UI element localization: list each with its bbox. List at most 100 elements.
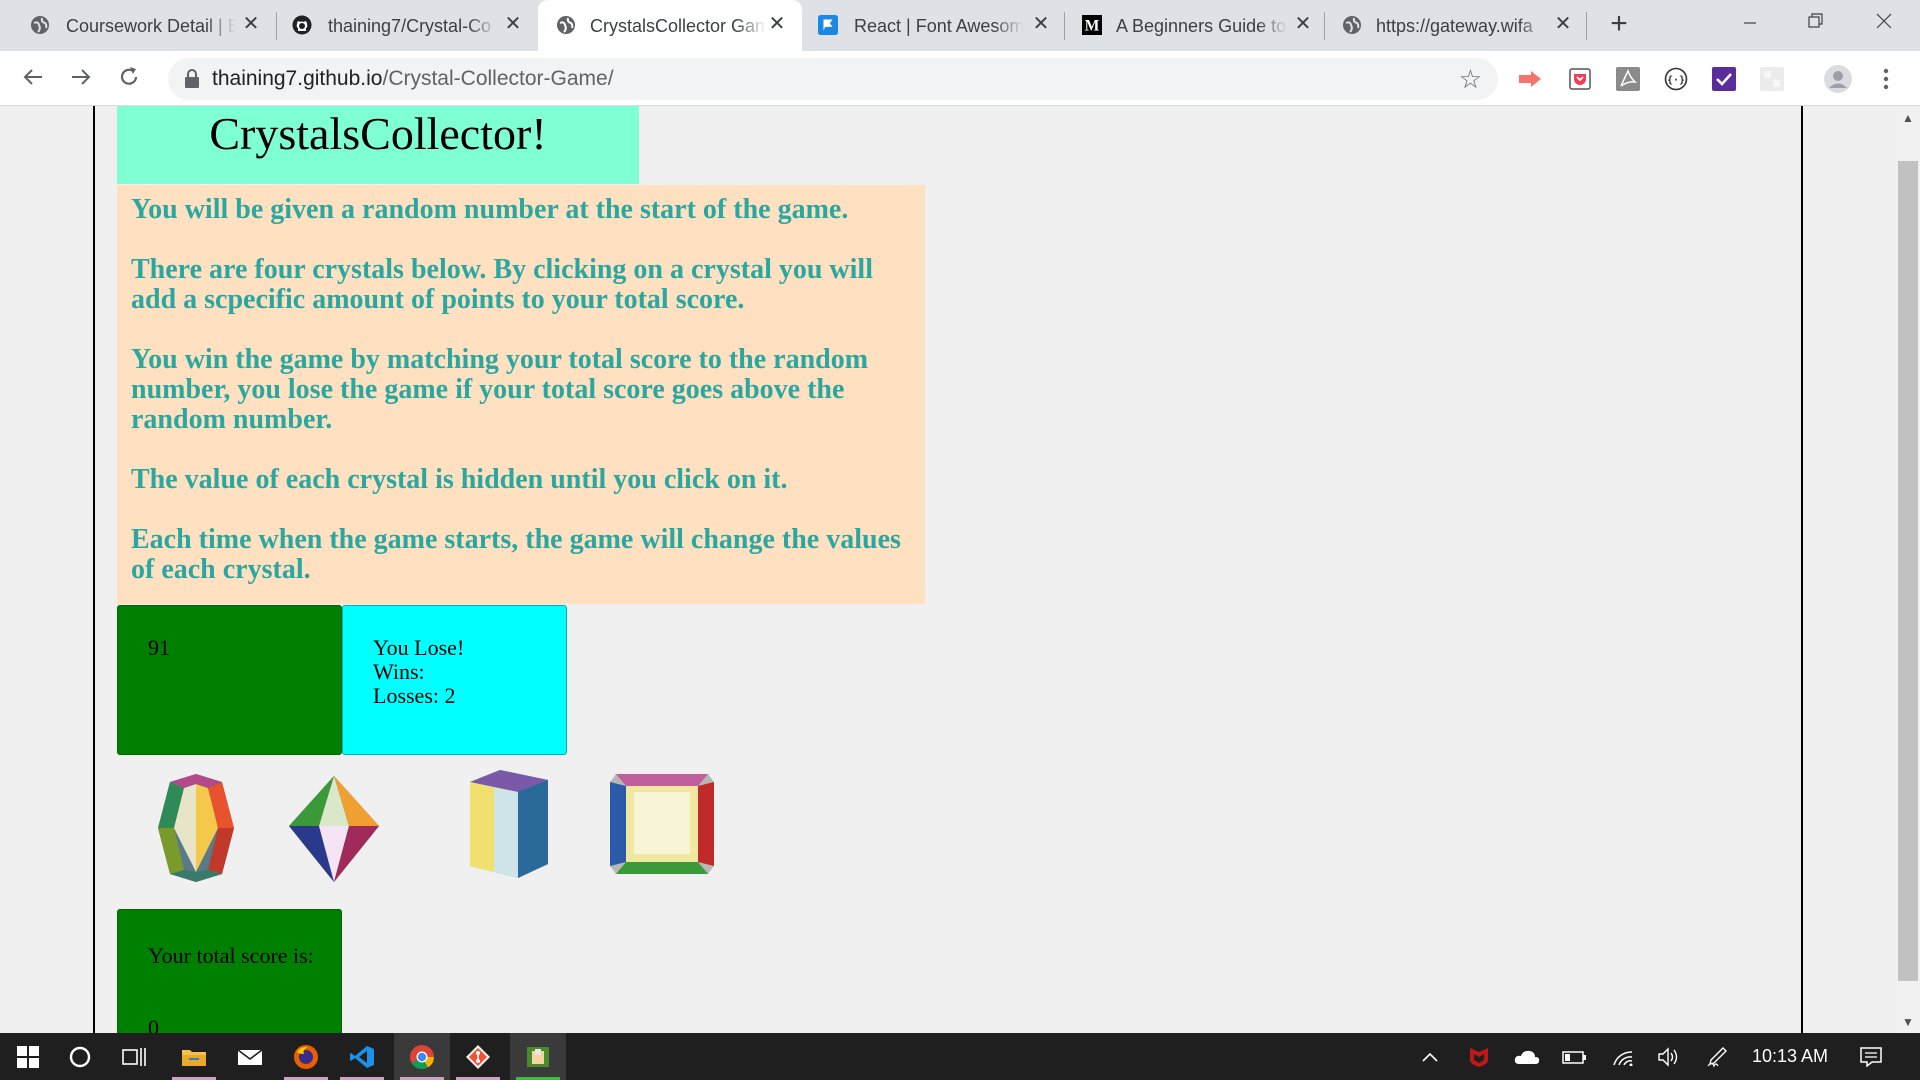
medium-icon: M [1082,15,1102,35]
tab-beginners-guide[interactable]: M A Beginners Guide to ✕ [1066,0,1328,51]
crystal-2-icon [289,776,379,882]
scroll-up-arrow-icon[interactable]: ▲ [1898,110,1918,126]
code-icon[interactable]: {·} [1662,65,1690,93]
show-hidden-icons-chevron-icon[interactable] [1418,1033,1442,1080]
instruction-text: The value of each crystal is hidden unti… [131,464,788,495]
bookmark-star-icon[interactable]: ☆ [1459,65,1482,93]
crystal-2-button[interactable] [289,776,379,887]
reload-icon [120,67,138,85]
crystal-4-button[interactable] [610,770,714,883]
close-window-button[interactable] [1864,8,1904,38]
close-tab-icon[interactable]: ✕ [1552,13,1574,35]
instruction-text: Each time when the game starts, the game… [131,524,901,585]
game-status-box: You Lose! Wins: Losses: 2 [342,605,567,755]
app-icon[interactable] [510,1033,566,1080]
wins-count: Wins: [373,659,425,684]
tab-title: CrystalsCollector Gam [590,14,766,38]
pocket-icon[interactable] [1566,65,1594,93]
container-border-left [93,106,95,1033]
menu-icon[interactable] [1872,65,1900,93]
close-tab-icon[interactable]: ✕ [240,13,262,35]
mail-icon[interactable] [222,1033,278,1080]
tab-coursework[interactable]: Coursework Detail | E ✕ [0,0,270,51]
tab-separator [1064,12,1065,40]
windows-start-icon[interactable] [0,1033,56,1080]
tab-strip: Coursework Detail | E ✕ thaining7/Crysta… [0,0,1920,51]
address-bar[interactable]: thaining7.github.io/Crystal-Collector-Ga… [168,58,1498,100]
back-button[interactable] [18,64,48,94]
url-path: /Crystal-Collector-Game/ [382,67,614,90]
instruction-text: You will be given a random number at the… [131,194,849,225]
page-title: CrystalsCollector! [209,108,547,159]
volume-icon[interactable] [1654,1033,1684,1080]
tab-gateway[interactable]: https://gateway.wifa ✕ [1326,0,1588,51]
tab-react-font-awesome[interactable]: React | Font Awesom ✕ [802,0,1064,51]
minimize-button[interactable] [1730,8,1770,38]
blank-extension-icon[interactable] [1758,65,1786,93]
back-arrow-icon [23,69,42,85]
firefox-icon[interactable] [278,1033,334,1080]
new-tab-button[interactable]: + [1604,9,1634,40]
chrome-icon[interactable] [394,1033,450,1080]
profile-icon[interactable] [1824,65,1852,93]
tab-title: Coursework Detail | E [66,14,236,38]
random-number-box: 91 [117,605,342,755]
instruction-text: You win the game by matching your total … [131,344,869,435]
tab-github[interactable]: thaining7/Crystal-Co ✕ [262,0,532,51]
file-explorer-icon[interactable] [166,1033,222,1080]
tab-separator [1586,12,1587,40]
forward-button[interactable] [66,64,96,94]
forward-arrow-icon [72,69,91,85]
checkbox-extension-icon[interactable] [1710,65,1738,93]
close-icon [1876,13,1892,29]
minimize-icon [1744,22,1756,24]
total-score-label: Your total score is: [148,943,314,968]
clock-time[interactable]: 10:13 AM [1752,1033,1828,1080]
battery-icon[interactable] [1560,1033,1590,1080]
crystal-3-button[interactable] [470,770,548,883]
lock-icon [184,69,200,89]
cortana-icon[interactable] [52,1033,108,1080]
globe-icon [556,15,576,35]
close-tab-icon[interactable]: ✕ [1292,13,1314,35]
scrollbar-thumb[interactable] [1898,161,1918,981]
instruction-text: There are four crystals below. By clicki… [131,254,873,315]
random-number: 91 [148,635,170,660]
close-tab-icon[interactable]: ✕ [1030,13,1052,35]
crystal-1-icon [158,774,234,882]
onedrive-cloud-icon[interactable] [1512,1033,1542,1080]
crystal-1-button[interactable] [156,774,236,887]
task-view-icon[interactable] [106,1033,162,1080]
globe-icon [1342,15,1362,35]
arrow-extension-icon[interactable] [1516,65,1544,93]
notifications-icon[interactable] [1856,1033,1886,1080]
restore-button[interactable] [1796,8,1836,38]
wifi-icon[interactable] [1608,1033,1638,1080]
total-score-value: 0 [148,1015,159,1034]
container-border-right [1801,106,1803,1033]
vscode-icon[interactable] [334,1033,390,1080]
svg-text:M: M [1085,17,1100,34]
close-tab-icon[interactable]: ✕ [766,13,788,35]
url-text: thaining7.github.io/Crystal-Collector-Ga… [212,67,614,91]
windows-taskbar: 10:13 AM [0,1033,1920,1080]
flag-icon [818,15,838,35]
mcafee-icon[interactable] [1466,1033,1492,1080]
git-icon[interactable] [450,1033,506,1080]
tab-separator [1324,12,1325,40]
scroll-down-arrow-icon[interactable]: ▼ [1898,1014,1918,1030]
pen-workspace-icon[interactable] [1702,1033,1732,1080]
crystal-4-icon [610,774,714,874]
github-icon [292,15,312,35]
browser-toolbar: thaining7.github.io/Crystal-Collector-Ga… [0,51,1920,106]
tab-title: thaining7/Crystal-Co [328,14,498,38]
tab-title: A Beginners Guide to [1116,14,1288,38]
acrobat-icon[interactable] [1614,65,1642,93]
reload-button[interactable] [114,64,144,94]
restore-icon [1808,13,1823,28]
close-tab-icon[interactable]: ✕ [502,13,524,35]
crystal-3-icon [470,770,548,878]
title-banner: CrystalsCollector! [117,106,639,184]
game-result-message: You Lose! [373,635,465,660]
tab-crystals-collector[interactable]: CrystalsCollector Gam ✕ [538,0,802,51]
